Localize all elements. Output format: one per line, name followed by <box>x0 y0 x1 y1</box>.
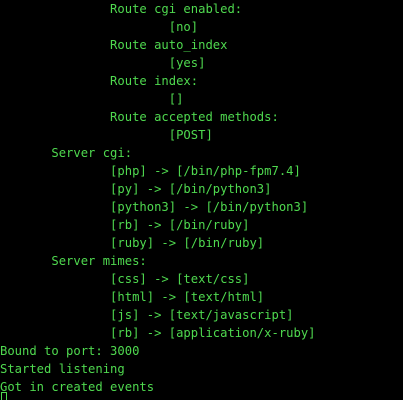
terminal-line: Server mimes: <box>0 254 147 268</box>
terminal-line: Route auto_index <box>0 38 228 52</box>
terminal-cursor <box>1 392 7 400</box>
terminal-line: Route index: <box>0 74 199 88</box>
terminal-line: [rb] -> [/bin/ruby] <box>0 218 250 232</box>
terminal-line: [css] -> [text/css] <box>0 272 250 286</box>
terminal-line: [html] -> [text/html] <box>0 290 265 304</box>
terminal-line: Started listening <box>0 362 125 376</box>
terminal-line: [yes] <box>0 56 206 70</box>
terminal-line: [no] <box>0 20 199 34</box>
terminal-line: Route accepted methods: <box>0 110 279 124</box>
terminal-line: [py] -> [/bin/python3] <box>0 182 272 196</box>
terminal-line: [php] -> [/bin/php-fpm7.4] <box>0 164 301 178</box>
terminal-line: Route cgi enabled: <box>0 2 243 16</box>
terminal-line: Got in created events <box>0 380 155 394</box>
terminal-line: [] <box>0 92 184 106</box>
terminal-line: Server cgi: <box>0 146 133 160</box>
terminal-window[interactable]: Route cgi enabled: [no] Route auto_index… <box>0 0 403 400</box>
terminal-line: [POST] <box>0 128 213 142</box>
terminal-line: [rb] -> [application/x-ruby] <box>0 326 316 340</box>
terminal-line: [js] -> [text/javascript] <box>0 308 294 322</box>
terminal-line: [python3] -> [/bin/python3] <box>0 200 309 214</box>
terminal-line: Bound to port: 3000 <box>0 344 140 358</box>
terminal-line: [ruby] -> [/bin/ruby] <box>0 236 265 250</box>
